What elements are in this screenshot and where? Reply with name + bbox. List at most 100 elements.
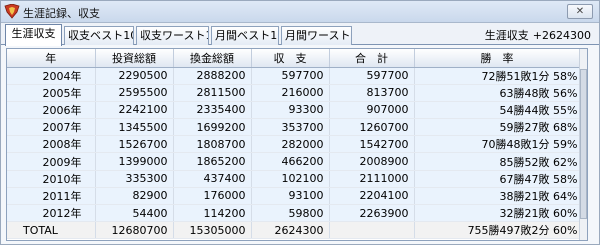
window-title: 生涯記録、収支: [23, 7, 100, 20]
summary-value: +2624300: [532, 29, 591, 42]
cell-total-payout: 15305000: [173, 221, 252, 240]
cell-cumulative: 2263900: [329, 204, 415, 223]
tab-label: 月間ベスト10: [215, 29, 279, 42]
tab-balance-best10[interactable]: 収支ベスト10: [64, 26, 134, 45]
cell-balance: 353700: [251, 118, 330, 137]
cell-year: 2008年: [7, 135, 96, 154]
cell-payout: 2811500: [173, 84, 252, 102]
cell-payout: 176000: [173, 187, 252, 206]
close-icon: ✕: [575, 6, 585, 17]
cell-year: 2007年: [7, 118, 96, 137]
table-row[interactable]: 2011年 82900 176000 93100 2204100 38勝21敗 …: [7, 187, 581, 206]
tab-label: 月間ワースト10: [285, 29, 351, 42]
cell-investment: 1526700: [95, 135, 174, 154]
table-row[interactable]: 2005年 2595500 2811500 216000 813700 63勝4…: [7, 84, 581, 102]
column-header-investment[interactable]: 投資総額: [95, 49, 174, 68]
cell-year: 2010年: [7, 170, 96, 188]
table-row[interactable]: 2007年 1345500 1699200 353700 1260700 59勝…: [7, 118, 581, 137]
cell-cumulative: 1542700: [329, 135, 415, 154]
cell-cumulative: 2008900: [329, 152, 415, 171]
header-row: 年 投資総額 換金総額 収 支 合 計 勝 率: [7, 49, 581, 68]
cell-win-rate: 38勝21敗 64%: [414, 187, 581, 206]
tab-bar: 生涯収支 収支ベスト10 収支ワースト10 月間ベスト10 月間ワースト10 生…: [1, 23, 599, 46]
tab-monthly-best10[interactable]: 月間ベスト10: [211, 26, 279, 45]
career-record-window: 生涯記録、収支 ✕ 生涯収支 収支ベスト10 収支ワースト10 月間ベスト10 …: [0, 0, 600, 245]
career-summary: 生涯収支 +2624300: [481, 27, 591, 43]
record-table: 年 投資総額 換金総額 収 支 合 計 勝 率 2004年 2290500 28…: [7, 49, 581, 240]
tab-monthly-worst10[interactable]: 月間ワースト10: [281, 26, 352, 45]
column-header-year[interactable]: 年: [7, 49, 96, 68]
close-button[interactable]: ✕: [567, 4, 593, 19]
cell-total-label: TOTAL: [7, 221, 96, 240]
title-bar[interactable]: 生涯記録、収支 ✕: [1, 1, 599, 23]
cell-balance: 102100: [251, 170, 330, 188]
cell-year: 2012年: [7, 204, 96, 223]
column-header-balance[interactable]: 収 支: [251, 49, 330, 68]
cell-investment: 1345500: [95, 118, 174, 137]
table-row[interactable]: 2004年 2290500 2888200 597700 597700 72勝5…: [7, 67, 581, 85]
table-row[interactable]: 2008年 1526700 1808700 282000 1542700 70勝…: [7, 135, 581, 154]
cell-total-cumulative: [329, 221, 415, 240]
cell-year: 2005年: [7, 84, 96, 102]
horse-emblem-icon: [4, 4, 20, 19]
cell-cumulative: 907000: [329, 101, 415, 120]
scrollbar-thumb[interactable]: [580, 69, 587, 219]
cell-investment: 82900: [95, 187, 174, 206]
cell-cumulative: 2204100: [329, 187, 415, 206]
cell-year: 2006年: [7, 101, 96, 120]
column-header-payout[interactable]: 換金総額: [173, 49, 252, 68]
cell-balance: 282000: [251, 135, 330, 154]
cell-win-rate: 70勝48敗1分 59%: [414, 135, 581, 154]
cell-cumulative: 813700: [329, 84, 415, 102]
cell-win-rate: 72勝51敗1分 58%: [414, 67, 581, 85]
tab-label: 生涯収支: [11, 27, 56, 40]
cell-win-rate: 54勝44敗 55%: [414, 101, 581, 120]
summary-label: 生涯収支: [484, 29, 529, 42]
tab-career-balance[interactable]: 生涯収支: [5, 24, 62, 46]
cell-payout: 2888200: [173, 67, 252, 85]
cell-investment: 54400: [95, 204, 174, 223]
cell-win-rate: 67勝47敗 58%: [414, 170, 581, 188]
total-row[interactable]: TOTAL 12680700 15305000 2624300 755勝497敗…: [7, 221, 581, 240]
cell-balance: 597700: [251, 67, 330, 85]
cell-investment: 2242100: [95, 101, 174, 120]
table-row[interactable]: 2010年 335300 437400 102100 2111000 67勝47…: [7, 170, 581, 188]
column-header-win-rate[interactable]: 勝 率: [414, 49, 581, 68]
cell-year: 2004年: [7, 67, 96, 85]
table-row[interactable]: 2006年 2242100 2335400 93300 907000 54勝44…: [7, 101, 581, 120]
cell-payout: 2335400: [173, 101, 252, 120]
tab-label: 収支ワースト10: [140, 29, 208, 42]
cell-payout: 1699200: [173, 118, 252, 137]
table-row[interactable]: 2012年 54400 114200 59800 2263900 32勝21敗 …: [7, 204, 581, 223]
column-header-cumulative[interactable]: 合 計: [329, 49, 415, 68]
cell-balance: 93100: [251, 187, 330, 206]
cell-investment: 1399000: [95, 152, 174, 171]
table-row[interactable]: 2009年 1399000 1865200 466200 2008900 85勝…: [7, 152, 581, 171]
cell-total-win-rate: 755勝497敗2分 60%: [414, 221, 581, 240]
cell-total-investment: 12680700: [95, 221, 174, 240]
cell-payout: 1808700: [173, 135, 252, 154]
cell-win-rate: 59勝27敗 68%: [414, 118, 581, 137]
cell-investment: 2290500: [95, 67, 174, 85]
cell-win-rate: 32勝21敗 60%: [414, 204, 581, 223]
cell-cumulative: 1260700: [329, 118, 415, 137]
cell-balance: 93300: [251, 101, 330, 120]
vertical-scrollbar[interactable]: [579, 49, 587, 240]
cell-win-rate: 63勝48敗 56%: [414, 84, 581, 102]
cell-investment: 2595500: [95, 84, 174, 102]
cell-investment: 335300: [95, 170, 174, 188]
tab-label: 収支ベスト10: [68, 29, 134, 42]
cell-balance: 59800: [251, 204, 330, 223]
cell-year: 2009年: [7, 152, 96, 171]
cell-payout: 1865200: [173, 152, 252, 171]
record-grid[interactable]: 年 投資総額 換金総額 収 支 合 計 勝 率 2004年 2290500 28…: [6, 48, 588, 241]
tab-balance-worst10[interactable]: 収支ワースト10: [136, 26, 209, 45]
cell-payout: 437400: [173, 170, 252, 188]
cell-total-balance: 2624300: [251, 221, 330, 240]
cell-win-rate: 85勝52敗 62%: [414, 152, 581, 171]
cell-year: 2011年: [7, 187, 96, 206]
cell-balance: 216000: [251, 84, 330, 102]
cell-cumulative: 2111000: [329, 170, 415, 188]
cell-payout: 114200: [173, 204, 252, 223]
cell-cumulative: 597700: [329, 67, 415, 85]
